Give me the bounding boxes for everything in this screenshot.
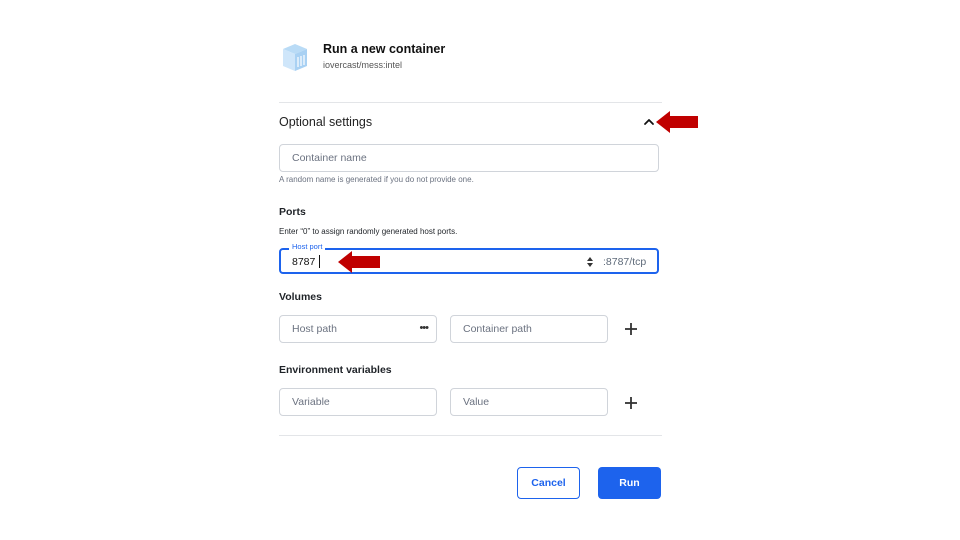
- add-volume-icon[interactable]: [623, 321, 639, 337]
- host-path-placeholder: Host path: [292, 323, 337, 335]
- ports-heading: Ports: [279, 206, 306, 218]
- annotation-arrow-icon: [656, 111, 698, 133]
- container-name-input[interactable]: Container name: [279, 144, 659, 172]
- container-port: :8787/tcp: [603, 256, 647, 268]
- run-button[interactable]: Run: [598, 467, 661, 499]
- dialog-title: Run a new container: [323, 42, 446, 56]
- spinner-arrows-icon[interactable]: [586, 256, 594, 268]
- value-input[interactable]: Value: [450, 388, 608, 416]
- host-port-label: Host port: [289, 242, 326, 251]
- annotation-arrow-icon: [338, 251, 380, 273]
- container-name-help: A random name is generated if you do not…: [279, 175, 474, 184]
- host-port-value: 8787: [292, 256, 316, 268]
- text-cursor: [319, 255, 320, 268]
- cancel-button[interactable]: Cancel: [517, 467, 580, 499]
- variable-input[interactable]: Variable: [279, 388, 437, 416]
- bottom-divider: [279, 435, 662, 436]
- add-variable-icon[interactable]: [623, 395, 639, 411]
- container-path-input[interactable]: Container path: [450, 315, 608, 343]
- image-name: iovercast/mess:intel: [323, 60, 403, 70]
- optional-settings-label[interactable]: Optional settings: [279, 115, 372, 129]
- top-divider: [279, 102, 662, 103]
- host-path-input[interactable]: Host path •••: [279, 315, 437, 343]
- host-port-input[interactable]: Host port 8787 :8787/tcp: [279, 242, 659, 274]
- container-logo-icon: [283, 44, 307, 71]
- env-heading: Environment variables: [279, 364, 392, 376]
- more-horizontal-icon[interactable]: •••: [419, 322, 429, 334]
- ports-help: Enter “0” to assign randomly generated h…: [279, 227, 458, 236]
- volumes-heading: Volumes: [279, 291, 322, 303]
